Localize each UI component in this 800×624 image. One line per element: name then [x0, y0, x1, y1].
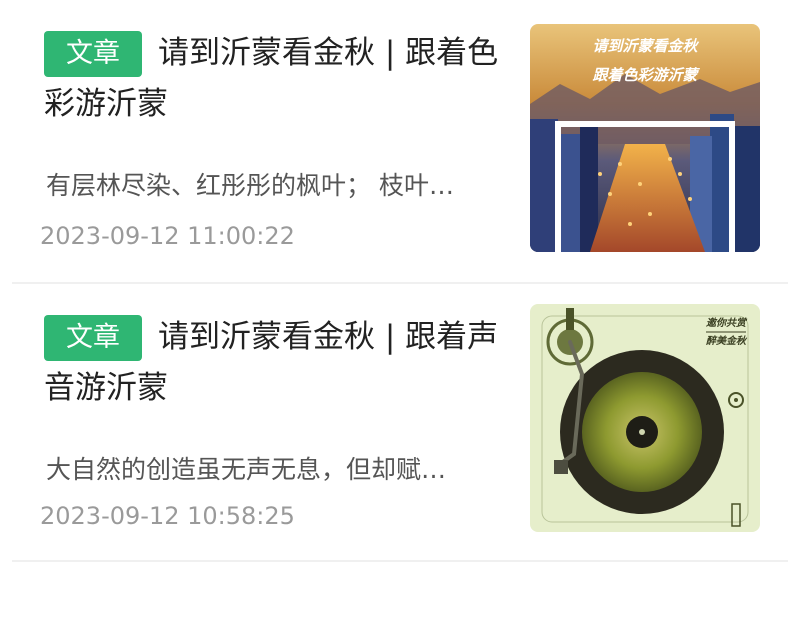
thumbnail-subheadline: 醉美金秋 — [706, 335, 748, 347]
article-card[interactable]: 文章 请到沂蒙看金秋 | 跟着色彩游沂蒙 有层林尽染、红彤彤的枫叶； 枝叶… 20… — [0, 0, 800, 283]
article-summary: 大自然的创造虽无声无息，但却赋… — [46, 455, 447, 484]
article-type-badge: 文章 — [44, 315, 142, 361]
article-thumbnail[interactable]: 请到沂蒙看金秋 跟着色彩游沂蒙 — [530, 24, 760, 252]
article-title[interactable]: 文章 请到沂蒙看金秋 | 跟着声音游沂蒙 — [44, 312, 504, 414]
thumbnail-headline: 请到沂蒙看金秋 — [592, 37, 699, 55]
article-type-badge: 文章 — [44, 31, 142, 77]
article-summary: 有层林尽染、红彤彤的枫叶； 枝叶… — [46, 171, 454, 200]
article-date: 2023-09-12 10:58:25 — [40, 502, 295, 530]
article-feed: 文章 请到沂蒙看金秋 | 跟着色彩游沂蒙 有层林尽染、红彤彤的枫叶； 枝叶… 20… — [0, 0, 800, 624]
article-card[interactable]: 文章 请到沂蒙看金秋 | 跟着声音游沂蒙 大自然的创造虽无声无息，但却赋… 202… — [0, 284, 800, 562]
divider — [12, 560, 788, 562]
article-title[interactable]: 文章 请到沂蒙看金秋 | 跟着色彩游沂蒙 — [44, 28, 504, 130]
city-night-image: 请到沂蒙看金秋 跟着色彩游沂蒙 — [530, 24, 760, 252]
article-thumbnail[interactable]: 邀你共赏 醉美金秋 — [530, 304, 760, 532]
record-player-image: 邀你共赏 醉美金秋 — [530, 304, 760, 532]
thumbnail-subheadline: 跟着色彩游沂蒙 — [592, 66, 700, 84]
thumbnail-headline: 邀你共赏 — [706, 317, 748, 329]
article-date: 2023-09-12 11:00:22 — [40, 222, 295, 250]
